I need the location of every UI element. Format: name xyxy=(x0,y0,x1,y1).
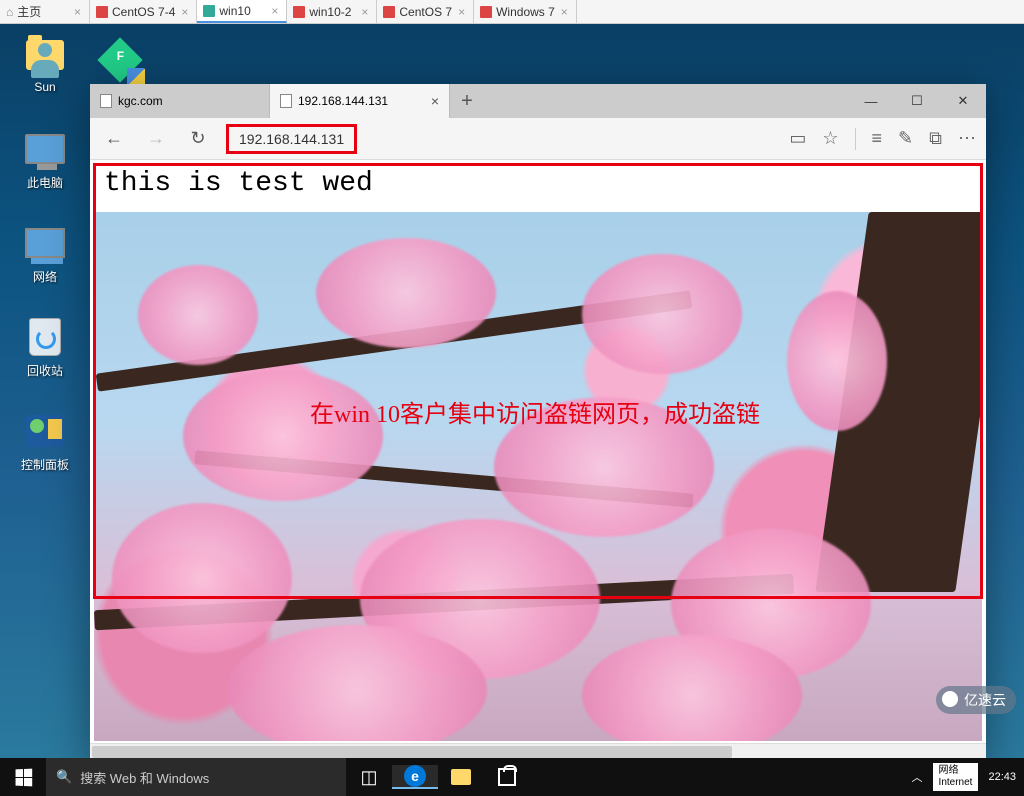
tray-line1: 网络 xyxy=(939,765,973,777)
folder-icon xyxy=(451,769,471,785)
toolbar-right: ▭ ☆ ≡ ✎ ⧉ ⋯ xyxy=(789,128,976,150)
page-icon xyxy=(100,94,112,108)
vm-tab-label: win10-2 xyxy=(309,5,351,19)
vm-tab-label: 主页 xyxy=(17,3,41,20)
tray-line2: Internet xyxy=(939,777,973,789)
forward-button[interactable]: → xyxy=(142,125,170,153)
desktop: Sun 此电脑 网络 回收站 控制面板 kgc.com 192.1 xyxy=(0,24,1024,758)
back-button[interactable]: ← xyxy=(100,125,128,153)
icon-label: 网络 xyxy=(33,268,57,285)
browser-tab-ip[interactable]: 192.168.144.131 × xyxy=(270,84,450,118)
vm-icon xyxy=(293,6,305,18)
tab-title: kgc.com xyxy=(118,94,163,108)
vm-tab-label: Windows 7 xyxy=(496,5,555,19)
minimize-button[interactable]: — xyxy=(848,84,894,118)
vm-icon xyxy=(203,5,215,17)
favorite-icon[interactable]: ☆ xyxy=(822,128,838,149)
start-button[interactable] xyxy=(0,758,46,796)
search-placeholder: 搜索 Web 和 Windows xyxy=(80,768,209,787)
vm-tab-home[interactable]: ⌂ 主页 × xyxy=(0,0,90,23)
close-icon[interactable]: × xyxy=(359,5,370,19)
edge-icon: e xyxy=(404,765,426,787)
taskbar-store[interactable] xyxy=(484,768,530,786)
vm-tab-windows7[interactable]: Windows 7 × xyxy=(474,0,577,23)
vm-tab-win10-2[interactable]: win10-2 × xyxy=(287,0,377,23)
icon-label: Sun xyxy=(34,80,55,94)
vm-host-tab-bar: ⌂ 主页 × CentOS 7-4 × win10 × win10-2 × Ce… xyxy=(0,0,1024,24)
taskbar: 🔍 搜索 Web 和 Windows ◫ e ︿ 网络 Internet 22:… xyxy=(0,758,1024,796)
edge-browser-window: kgc.com 192.168.144.131 × + — ☐ ✕ ← → ↻ … xyxy=(90,84,986,759)
taskbar-edge[interactable]: e xyxy=(392,765,438,789)
desktop-icon-this-pc[interactable]: 此电脑 xyxy=(10,128,80,204)
vm-tab-label: CentOS 7-4 xyxy=(112,5,175,19)
store-icon xyxy=(498,768,516,786)
vm-tab-label: CentOS 7 xyxy=(399,5,452,19)
new-tab-button[interactable]: + xyxy=(450,84,484,118)
maximize-button[interactable]: ☐ xyxy=(894,84,940,118)
horizontal-scrollbar[interactable] xyxy=(90,743,986,759)
desktop-icon-recycle-bin[interactable]: 回收站 xyxy=(10,316,80,392)
page-viewport: this is test wed 在win 10客户集中访问盗链 xyxy=(90,160,986,759)
icon-label: 此电脑 xyxy=(27,174,63,191)
search-icon: 🔍 xyxy=(56,769,72,785)
home-icon: ⌂ xyxy=(6,5,13,19)
address-input[interactable]: 192.168.144.131 xyxy=(239,131,344,147)
icon-label: 控制面板 xyxy=(21,456,69,473)
desktop-icon-network[interactable]: 网络 xyxy=(10,222,80,298)
watermark: 亿速云 xyxy=(936,686,1016,714)
taskbar-explorer[interactable] xyxy=(438,769,484,785)
tray-chevron-icon[interactable]: ︿ xyxy=(912,769,923,785)
close-icon[interactable]: × xyxy=(456,5,467,19)
page-icon xyxy=(280,94,292,108)
separator xyxy=(855,128,856,150)
system-tray: ︿ 网络 Internet 22:43 xyxy=(912,758,1024,796)
more-icon[interactable]: ⋯ xyxy=(958,128,976,149)
vm-tab-win10[interactable]: win10 × xyxy=(197,0,287,23)
browser-tab-bar: kgc.com 192.168.144.131 × + — ☐ ✕ xyxy=(90,84,986,118)
browser-tab-kgc[interactable]: kgc.com xyxy=(90,84,270,118)
close-icon[interactable]: × xyxy=(269,4,280,18)
tray-network-status[interactable]: 网络 Internet xyxy=(933,763,979,791)
page-heading: this is test wed xyxy=(90,160,986,207)
annotation-text: 在win 10客户集中访问盗链网页，成功盗链 xyxy=(310,394,760,429)
vm-icon xyxy=(96,6,108,18)
desktop-icon-user[interactable]: Sun xyxy=(10,34,80,110)
close-button[interactable]: ✕ xyxy=(940,84,986,118)
icon-label: 回收站 xyxy=(27,362,63,379)
task-icons: ◫ e xyxy=(346,758,530,796)
vm-tab-centos7[interactable]: CentOS 7 × xyxy=(377,0,474,23)
share-icon[interactable]: ⧉ xyxy=(929,128,942,149)
desktop-icon-control-panel[interactable]: 控制面板 xyxy=(10,410,80,486)
close-icon[interactable]: × xyxy=(179,5,190,19)
desktop-icon-column: Sun 此电脑 网络 回收站 控制面板 xyxy=(10,34,80,504)
hub-icon[interactable]: ≡ xyxy=(872,128,883,149)
close-icon[interactable]: × xyxy=(559,5,570,19)
task-view-button[interactable]: ◫ xyxy=(346,767,392,788)
windows-icon xyxy=(15,768,32,786)
refresh-button[interactable]: ↻ xyxy=(184,125,212,153)
tab-title: 192.168.144.131 xyxy=(298,94,388,108)
vm-icon xyxy=(480,6,492,18)
scrollbar-thumb[interactable] xyxy=(92,746,732,758)
address-bar: ← → ↻ 192.168.144.131 ▭ ☆ ≡ ✎ ⧉ ⋯ xyxy=(90,118,986,160)
tray-clock[interactable]: 22:43 xyxy=(988,771,1016,783)
reading-view-icon[interactable]: ▭ xyxy=(789,128,806,149)
notes-icon[interactable]: ✎ xyxy=(898,128,913,149)
hotlinked-image xyxy=(94,212,982,741)
vm-tab-label: win10 xyxy=(219,4,250,18)
close-icon[interactable]: × xyxy=(431,93,439,109)
desktop-shortcut[interactable] xyxy=(95,36,145,86)
vm-tab-centos74[interactable]: CentOS 7-4 × xyxy=(90,0,197,23)
close-icon[interactable]: × xyxy=(72,5,83,19)
taskbar-search[interactable]: 🔍 搜索 Web 和 Windows xyxy=(46,758,346,796)
address-input-highlight: 192.168.144.131 xyxy=(226,124,357,154)
window-controls: — ☐ ✕ xyxy=(848,84,986,118)
vm-icon xyxy=(383,6,395,18)
